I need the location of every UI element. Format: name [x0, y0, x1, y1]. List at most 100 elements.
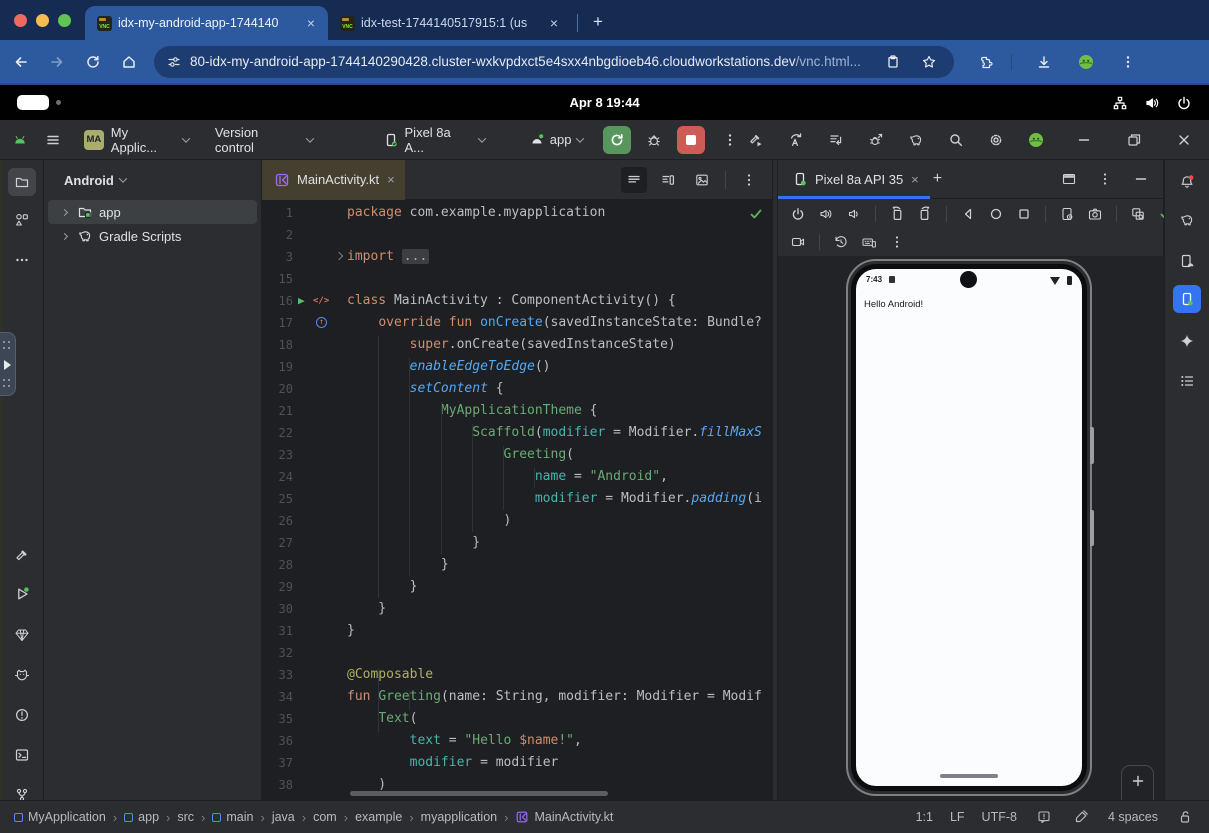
- panel-menu-icon[interactable]: [1092, 166, 1118, 192]
- breadcrumb-item[interactable]: java: [272, 810, 295, 824]
- code-line[interactable]: 25 modifier = Modifier.padding(i: [262, 488, 772, 510]
- minimize-icon[interactable]: [1071, 127, 1097, 153]
- search-everywhere-icon[interactable]: [943, 127, 969, 153]
- design-view-icon[interactable]: [689, 167, 715, 193]
- tool-stripe-gradle-elephant-icon[interactable]: [1173, 206, 1201, 234]
- panel-minimize-icon[interactable]: [1128, 166, 1154, 192]
- gutter[interactable]: [296, 620, 344, 642]
- tool-stripe-build-hammer-icon[interactable]: [8, 541, 36, 569]
- tool-stripe-notifications-bell-icon[interactable]: [1173, 168, 1201, 196]
- gutter[interactable]: [296, 752, 344, 774]
- virtual-input-icon[interactable]: [857, 230, 881, 254]
- tool-stripe-project-folder-icon[interactable]: [8, 168, 36, 196]
- inspections-ok-check-icon[interactable]: [748, 206, 764, 222]
- add-device-button[interactable]: +: [933, 170, 942, 188]
- code-line[interactable]: 32: [262, 642, 772, 664]
- tool-stripe-structure-list-icon[interactable]: [1173, 367, 1201, 395]
- breadcrumb-item[interactable]: MainActivity.kt: [515, 810, 613, 824]
- caret-position-widget[interactable]: 1:1: [916, 810, 933, 824]
- tool-stripe-device-manager-icon[interactable]: [1173, 247, 1201, 275]
- browser-tab[interactable]: VNC idx-my-android-app-1744140 ×: [85, 6, 328, 40]
- extensions-icon[interactable]: [970, 47, 1000, 77]
- profile-avatar-icon[interactable]: [1071, 47, 1101, 77]
- code-line[interactable]: 1package com.example.myapplication: [262, 202, 772, 224]
- snapshots-icon[interactable]: [1126, 202, 1150, 226]
- breadcrumb-item[interactable]: com: [313, 810, 337, 824]
- highlight-pin-icon[interactable]: [1071, 807, 1091, 827]
- gutter[interactable]: [296, 488, 344, 510]
- code-line[interactable]: 15: [262, 268, 772, 290]
- expand-chevron-icon[interactable]: [61, 208, 68, 215]
- apply-changes-icon[interactable]: [783, 127, 809, 153]
- expand-chevron-icon[interactable]: [61, 232, 68, 239]
- gutter[interactable]: [296, 202, 344, 224]
- code-area[interactable]: 1package com.example.myapplication23impo…: [262, 200, 772, 800]
- code-line[interactable]: 28 }: [262, 554, 772, 576]
- code-line[interactable]: 20 setContent {: [262, 378, 772, 400]
- run-more-kebab-icon[interactable]: [717, 127, 743, 153]
- code-line[interactable]: 17↑ override fun onCreate(savedInstanceS…: [262, 312, 772, 334]
- gutter[interactable]: [296, 378, 344, 400]
- gutter[interactable]: [296, 774, 344, 796]
- tool-stripe-app-quality-insights-icon[interactable]: [8, 621, 36, 649]
- volume-down-icon[interactable]: [842, 202, 866, 226]
- code-line[interactable]: 36 text = "Hello $name!",: [262, 730, 772, 752]
- gutter[interactable]: [296, 686, 344, 708]
- rotate-right-icon[interactable]: [913, 202, 937, 226]
- close-tab-icon[interactable]: ×: [387, 172, 395, 187]
- close-tab-icon[interactable]: ×: [911, 172, 919, 187]
- gutter[interactable]: [296, 444, 344, 466]
- settings-gear-icon[interactable]: [983, 127, 1009, 153]
- nav-back-icon[interactable]: [956, 202, 980, 226]
- code-line[interactable]: 29 }: [262, 576, 772, 598]
- code-line[interactable]: 33@Composable: [262, 664, 772, 686]
- code-line[interactable]: 27 }: [262, 532, 772, 554]
- code-line[interactable]: 23 Greeting(: [262, 444, 772, 466]
- gutter[interactable]: [296, 400, 344, 422]
- run-line-icon[interactable]: ▶: [298, 290, 305, 312]
- debug-button[interactable]: [641, 127, 667, 153]
- tab-close-icon[interactable]: ×: [547, 15, 561, 31]
- gutter[interactable]: [296, 422, 344, 444]
- editor-menu-icon[interactable]: [736, 167, 762, 193]
- gutter[interactable]: ▶</>: [296, 290, 344, 312]
- back-icon[interactable]: [6, 47, 36, 77]
- panel-menu-icon[interactable]: [885, 230, 909, 254]
- tool-stripe-running-devices-icon[interactable]: [1173, 285, 1201, 313]
- restore-icon[interactable]: [1121, 127, 1147, 153]
- window-layout-icon[interactable]: [1056, 166, 1082, 192]
- tool-stripe-terminal-icon[interactable]: [8, 741, 36, 769]
- editor-tab-mainactivity[interactable]: MainActivity.kt ×: [262, 160, 405, 200]
- browser-tab[interactable]: VNC idx-test-1744140517915:1 (us ×: [328, 6, 571, 40]
- tool-stripe-logcat-cat-icon[interactable]: [8, 661, 36, 689]
- screenshot-camera-icon[interactable]: [1083, 202, 1107, 226]
- volume-up-icon[interactable]: [814, 202, 838, 226]
- forward-icon[interactable]: [42, 47, 72, 77]
- code-line[interactable]: 31}: [262, 620, 772, 642]
- gutter[interactable]: [296, 510, 344, 532]
- fold-chevron-icon[interactable]: [335, 252, 343, 260]
- menu-kebab-icon[interactable]: [1113, 47, 1143, 77]
- breadcrumb-item[interactable]: MyApplication: [14, 810, 106, 824]
- gutter[interactable]: [296, 532, 344, 554]
- gutter[interactable]: [296, 642, 344, 664]
- download-icon[interactable]: [1029, 47, 1059, 77]
- minimize-window-button[interactable]: [36, 14, 49, 27]
- gutter[interactable]: [296, 356, 344, 378]
- apply-code-changes-icon[interactable]: [823, 127, 849, 153]
- code-line[interactable]: 18 super.onCreate(savedInstanceState): [262, 334, 772, 356]
- home-icon[interactable]: [114, 47, 144, 77]
- main-menu-hamburger-icon[interactable]: [40, 127, 66, 153]
- encoding-widget[interactable]: UTF-8: [982, 810, 1017, 824]
- override-marker-icon[interactable]: ↑: [316, 317, 327, 328]
- tool-stripe-run-play-icon[interactable]: [8, 580, 36, 608]
- gutter[interactable]: [296, 554, 344, 576]
- new-tab-button[interactable]: +: [584, 8, 612, 36]
- gutter[interactable]: ↑: [296, 312, 344, 334]
- project-widget[interactable]: MA My Applic...: [84, 125, 189, 155]
- rerun-button[interactable]: [603, 126, 631, 154]
- code-line[interactable]: 34fun Greeting(name: String, modifier: M…: [262, 686, 772, 708]
- snapshot-reset-icon[interactable]: [829, 230, 853, 254]
- attach-debugger-icon[interactable]: [863, 127, 889, 153]
- code-line[interactable]: 24 name = "Android",: [262, 466, 772, 488]
